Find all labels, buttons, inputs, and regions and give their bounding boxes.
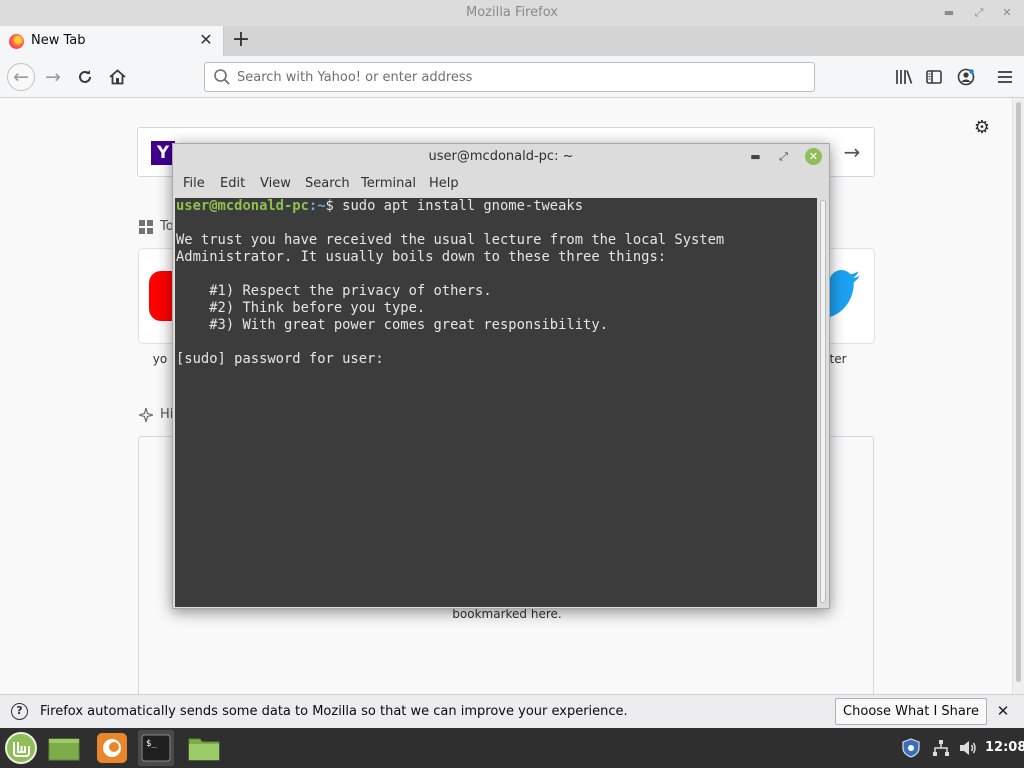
menu-edit[interactable]: Edit bbox=[220, 176, 245, 191]
forward-button[interactable]: → bbox=[40, 64, 66, 90]
notification-text: Firefox automatically sends some data to… bbox=[40, 704, 628, 719]
volume-icon[interactable] bbox=[958, 738, 978, 758]
home-icon bbox=[108, 69, 126, 85]
tab-close-icon[interactable]: ✕ bbox=[197, 31, 215, 49]
terminal-scrollbar[interactable] bbox=[818, 198, 829, 607]
show-desktop-button[interactable] bbox=[46, 730, 82, 766]
navigation-toolbar: ← → bbox=[0, 56, 1024, 98]
prompt-user: user@mcdonald-pc bbox=[176, 198, 309, 214]
scrollbar-thumb[interactable] bbox=[1016, 102, 1021, 682]
notification-close-icon[interactable]: ✕ bbox=[993, 701, 1013, 721]
mint-menu-icon bbox=[5, 732, 37, 764]
account-icon bbox=[957, 68, 975, 86]
sidebar-icon bbox=[926, 70, 942, 84]
terminal-line: #2) Think before you type. bbox=[176, 300, 426, 316]
menu-view[interactable]: View bbox=[260, 176, 291, 191]
top-sites-grid-icon bbox=[139, 220, 153, 234]
home-button[interactable] bbox=[104, 64, 130, 90]
tab-bar: New Tab ✕ + bbox=[0, 26, 1024, 56]
prompt-symbol: $ bbox=[325, 198, 334, 214]
sudo-password-prompt: [sudo] password for user: bbox=[176, 351, 392, 367]
terminal-titlebar[interactable]: user@mcdonald-pc: ~ ▬ ⤢ ✕ bbox=[173, 144, 829, 170]
taskbar-clock[interactable]: 12:08 bbox=[985, 740, 1024, 755]
reload-button[interactable] bbox=[72, 64, 98, 90]
back-button[interactable]: ← bbox=[7, 63, 35, 91]
window-title: Mozilla Firefox bbox=[466, 5, 558, 20]
sidebar-button[interactable] bbox=[921, 64, 947, 90]
terminal-menubar: File Edit View Search Terminal Help bbox=[173, 170, 829, 198]
firefox-favicon-icon bbox=[9, 34, 24, 49]
minimize-icon[interactable]: ▬ bbox=[940, 4, 958, 22]
url-input[interactable] bbox=[237, 67, 797, 87]
files-icon bbox=[188, 738, 220, 761]
menu-file[interactable]: File bbox=[183, 176, 205, 191]
choose-what-i-share-button[interactable]: Choose What I Share bbox=[835, 698, 987, 725]
firefox-launcher[interactable] bbox=[94, 730, 130, 766]
reload-icon bbox=[79, 70, 91, 83]
terminal-line: We trust you have received the usual lec… bbox=[176, 232, 725, 248]
window-titlebar: Mozilla Firefox ▬ ⤢ ✕ bbox=[0, 0, 1024, 26]
terminal-close-icon[interactable]: ✕ bbox=[805, 148, 822, 165]
update-shield-icon[interactable] bbox=[901, 738, 921, 758]
terminal-scrollbar-thumb[interactable] bbox=[820, 200, 826, 603]
search-go-arrow-icon[interactable]: → bbox=[840, 140, 864, 164]
terminal-line: Administrator. It usually boils down to … bbox=[176, 249, 667, 265]
highlights-sparkle-icon bbox=[139, 408, 153, 422]
account-button[interactable] bbox=[953, 64, 979, 90]
terminal-output-area[interactable]: user@mcdonald-pc:~$ sudo apt install gno… bbox=[175, 198, 817, 607]
terminal-line: #1) Respect the privacy of others. bbox=[176, 283, 492, 299]
new-tab-button[interactable]: + bbox=[229, 28, 253, 52]
question-icon: ? bbox=[11, 703, 28, 720]
page-scrollbar[interactable] bbox=[1012, 98, 1024, 694]
terminal-launcher[interactable]: $_ bbox=[138, 730, 174, 766]
window-close-icon[interactable]: ✕ bbox=[998, 4, 1016, 22]
svg-text:$_: $_ bbox=[146, 739, 157, 749]
terminal-icon: $_ bbox=[141, 734, 171, 762]
hamburger-menu-icon bbox=[998, 71, 1012, 83]
tab-new-tab[interactable]: New Tab ✕ bbox=[0, 26, 224, 56]
terminal-line: #3) With great power comes great respons… bbox=[176, 317, 608, 333]
network-icon[interactable] bbox=[931, 738, 951, 758]
show-desktop-icon bbox=[48, 738, 80, 761]
highlights-empty-message: bookmarked here. bbox=[452, 607, 562, 621]
mint-menu-button[interactable] bbox=[3, 730, 39, 766]
newtab-settings-gear-icon[interactable]: ⚙ bbox=[971, 117, 993, 139]
menu-button[interactable] bbox=[992, 64, 1018, 90]
data-collection-notification-bar: ? Firefox automatically sends some data … bbox=[0, 694, 1024, 728]
menu-terminal[interactable]: Terminal bbox=[361, 176, 416, 191]
terminal-minimize-icon[interactable]: ▬ bbox=[747, 148, 764, 165]
prompt-path: :~ bbox=[308, 198, 326, 214]
terminal-command: sudo apt install gnome-tweaks bbox=[333, 198, 584, 214]
terminal-window: user@mcdonald-pc: ~ ▬ ⤢ ✕ File Edit View… bbox=[172, 143, 830, 609]
menu-search[interactable]: Search bbox=[305, 176, 350, 191]
terminal-maximize-icon[interactable]: ⤢ bbox=[775, 148, 792, 165]
terminal-text: user@mcdonald-pc:~$ sudo apt install gno… bbox=[175, 198, 724, 368]
menu-help[interactable]: Help bbox=[429, 176, 459, 191]
library-button[interactable] bbox=[891, 64, 917, 90]
maximize-icon[interactable]: ⤢ bbox=[970, 4, 988, 22]
library-icon bbox=[896, 70, 913, 84]
firefox-icon bbox=[97, 733, 127, 763]
taskbar: $_ 12:08 bbox=[0, 728, 1024, 768]
tab-title: New Tab bbox=[31, 33, 86, 48]
search-icon bbox=[214, 69, 230, 85]
url-bar[interactable] bbox=[204, 62, 815, 92]
terminal-title: user@mcdonald-pc: ~ bbox=[428, 149, 574, 164]
files-launcher[interactable] bbox=[186, 730, 222, 766]
